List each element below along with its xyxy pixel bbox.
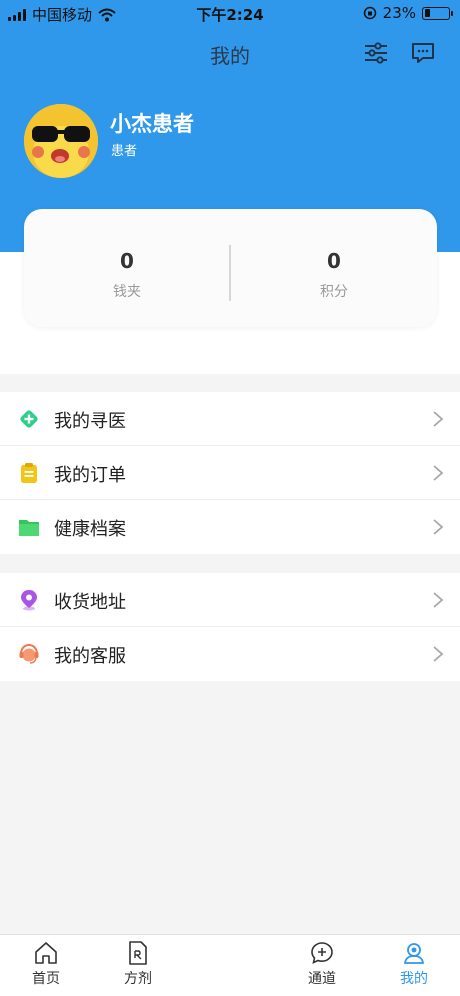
headset-icon — [19, 643, 39, 664]
chat-bubble-icon — [412, 43, 434, 63]
prescription-icon — [129, 941, 147, 965]
menu-group-primary: 我的寻医 我的订单 健康档案 — [0, 392, 460, 554]
avatar[interactable] — [24, 104, 98, 178]
sliders-icon — [365, 42, 387, 64]
folder-icon — [19, 520, 39, 536]
bottom-tab-bar: 首页 方剂 通道 我的 — [0, 934, 460, 996]
stats-card: 0 钱夹 0 积分 — [24, 209, 437, 327]
user-name: 小杰患者 — [110, 112, 194, 136]
tab-label: 我的 — [400, 971, 428, 987]
tab-label: 首页 — [32, 971, 60, 987]
tab-mine[interactable]: 我的 — [384, 941, 444, 988]
avatar-image — [24, 104, 98, 178]
chevron-right-icon — [433, 465, 444, 481]
location-pin-icon — [21, 590, 37, 611]
user-icon — [403, 943, 425, 964]
chevron-right-icon — [433, 519, 444, 535]
wallet-stat[interactable]: 0 钱夹 — [24, 209, 230, 327]
medical-cross-icon — [20, 410, 38, 428]
menu-item-customer-service[interactable]: 我的客服 — [0, 627, 460, 681]
tab-home[interactable]: 首页 — [16, 941, 76, 988]
battery-icon — [422, 6, 453, 20]
clipboard-icon — [21, 463, 37, 483]
menu-item-label: 我的订单 — [54, 465, 126, 486]
status-bar: 中国移动 下午2:24 23% — [0, 0, 460, 26]
chevron-right-icon — [433, 646, 444, 662]
add-chat-icon — [311, 942, 333, 964]
menu-item-label: 我的客服 — [54, 646, 126, 667]
home-icon — [35, 942, 57, 964]
menu-item-shipping-address[interactable]: 收货地址 — [0, 573, 460, 627]
menu-item-label: 我的寻医 — [54, 411, 126, 432]
tab-prescriptions[interactable]: 方剂 — [108, 941, 168, 988]
tab-label: 方剂 — [124, 971, 152, 987]
chevron-right-icon — [433, 592, 444, 608]
points-label: 积分 — [320, 284, 348, 300]
menu-item-label: 健康档案 — [54, 519, 126, 540]
messages-button[interactable] — [408, 38, 438, 68]
menu-item-health-records[interactable]: 健康档案 — [0, 500, 460, 554]
page-title: 我的 — [210, 44, 250, 68]
battery-percent: 23% — [382, 4, 416, 22]
orientation-lock-icon — [363, 6, 376, 20]
settings-button[interactable] — [361, 38, 391, 68]
wallet-label: 钱夹 — [113, 284, 141, 300]
tab-channel[interactable]: 通道 — [292, 941, 352, 988]
menu-item-label: 收货地址 — [54, 592, 126, 613]
user-role: 患者 — [111, 144, 138, 159]
chevron-right-icon — [433, 411, 444, 427]
points-stat[interactable]: 0 积分 — [231, 209, 437, 327]
menu-item-my-orders[interactable]: 我的订单 — [0, 446, 460, 500]
tab-label: 通道 — [308, 971, 336, 987]
menu-group-secondary: 收货地址 我的客服 — [0, 573, 460, 681]
wallet-value: 0 — [120, 249, 134, 273]
menu-item-my-doctor[interactable]: 我的寻医 — [0, 392, 460, 446]
points-value: 0 — [327, 249, 341, 273]
